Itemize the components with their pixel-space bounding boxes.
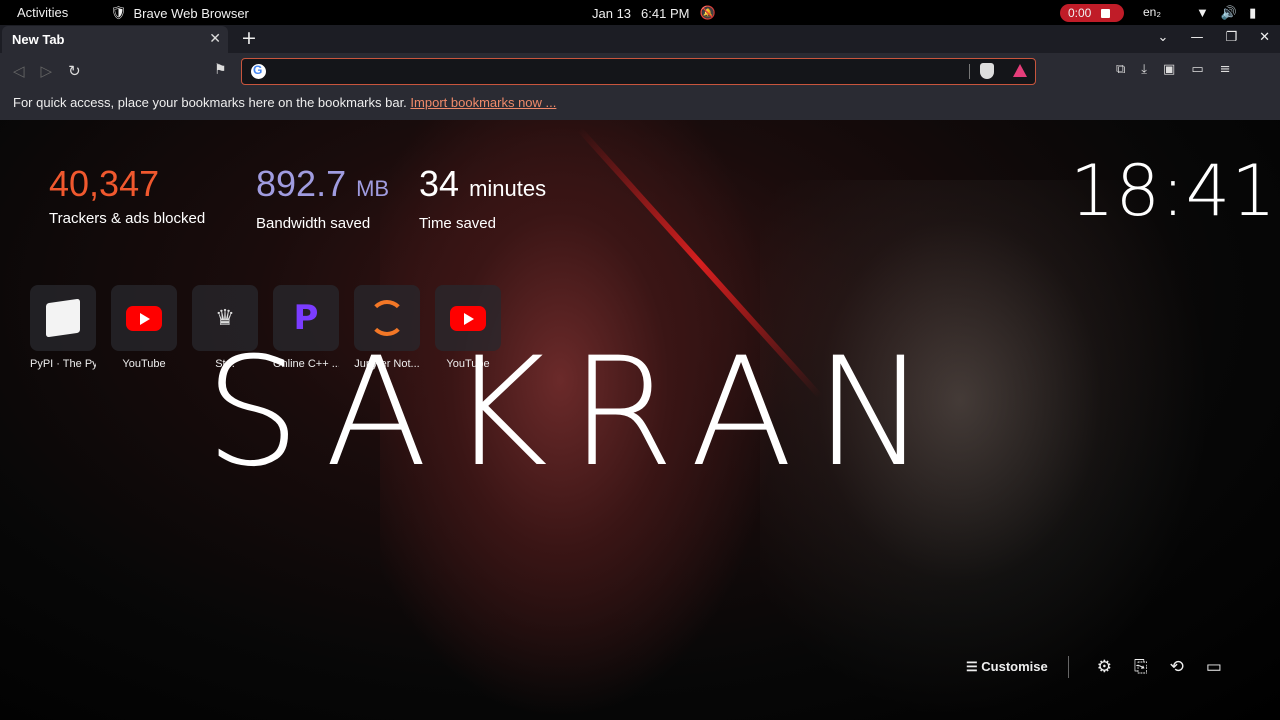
forward-icon[interactable]: ▷	[41, 62, 53, 80]
address-bar[interactable]	[241, 58, 1036, 85]
bandwidth-label: Bandwidth saved	[256, 215, 371, 232]
app-menu[interactable]: 🛡 Brave Web Browser	[110, 5, 249, 21]
tab-label: New Tab	[12, 32, 65, 47]
time-label: Time saved	[419, 215, 496, 232]
system-top-bar: Activities 🛡 Brave Web Browser Jan 13 6:…	[0, 0, 1280, 25]
date-text: Jan 13	[592, 5, 632, 21]
top-site-name: PyPI · The Py...	[30, 358, 96, 370]
bookmark-icon[interactable]: ⚑	[214, 62, 227, 78]
notifications-muted-icon: 🔕	[699, 5, 716, 20]
battery-icon: ▮	[1249, 5, 1257, 20]
bookmarks-icon[interactable]: ⎘	[1134, 657, 1148, 677]
menu-icon[interactable]: ≡	[1220, 62, 1231, 77]
customise-label: Customise	[981, 659, 1048, 674]
top-site-name: YouTube	[122, 358, 166, 370]
top-site-tile[interactable]: YouTube	[111, 285, 177, 370]
tab-search-icon[interactable]: ⌄	[1158, 30, 1169, 45]
date-time[interactable]: Jan 13 6:41 PM 🔕	[592, 5, 716, 21]
extensions-icon[interactable]: ⧉	[1116, 62, 1125, 77]
back-icon[interactable]: ◁	[13, 62, 25, 80]
recording-time: 0:00	[1068, 6, 1092, 20]
downloads-icon[interactable]: ⤓	[1141, 62, 1147, 77]
toolbar-icons: ⧉ ⤓ ▣ ▭ ≡	[1116, 62, 1231, 77]
time-unit: minutes	[469, 176, 547, 201]
time-value: 34	[419, 163, 460, 204]
stop-icon	[1101, 8, 1111, 18]
sliders-icon: ☰	[966, 659, 978, 674]
minimize-icon[interactable]: —	[1190, 30, 1203, 45]
brave-icon: 🛡	[110, 5, 127, 20]
time-text: 6:41 PM	[641, 5, 690, 21]
history-icon[interactable]: ⟲	[1170, 657, 1184, 677]
close-window-icon[interactable]: ✕	[1259, 30, 1270, 45]
import-bookmarks-link[interactable]: Import bookmarks now ...	[410, 95, 556, 110]
browser-toolbar: ◁ ▷ ↻ ⚑ ⧉ ⤓ ▣ ▭ ≡	[0, 53, 1280, 89]
close-tab-icon[interactable]: ✕	[209, 30, 221, 47]
volume-icon: 🔊	[1220, 5, 1238, 20]
wifi-icon: ▼	[1196, 5, 1209, 20]
bookmarks-bar-hint: For quick access, place your bookmarks h…	[13, 95, 407, 110]
new-tab-button[interactable]: +	[241, 27, 257, 49]
time-stat: 34 minutes Time saved	[419, 162, 546, 232]
google-icon	[251, 63, 266, 79]
reload-icon[interactable]: ↻	[68, 62, 81, 80]
brave-rewards-icon[interactable]	[1013, 64, 1027, 77]
brave-shields-icon[interactable]	[980, 63, 994, 79]
screen-recording-indicator[interactable]: 0:00	[1060, 4, 1124, 22]
tab-new-tab[interactable]: New Tab ✕	[2, 26, 228, 53]
bandwidth-unit: MB	[356, 176, 390, 201]
system-menu[interactable]: ▼ 🔊 ▮	[1196, 5, 1256, 21]
ntp-bottom-bar: ☰ Customise ⚙ ⎘ ⟲ ▭	[966, 656, 1222, 678]
top-site-tile[interactable]: PyPI · The Py...	[30, 285, 96, 370]
trackers-value: 40,347	[49, 163, 160, 204]
app-name: Brave Web Browser	[133, 5, 249, 21]
new-tab-page: 40,347 Trackers & ads blocked 892.7 MB B…	[0, 120, 1280, 720]
tab-strip: New Tab ✕ + ⌄ — ❐ ✕	[0, 25, 1280, 53]
sidebar-icon[interactable]: ▣	[1163, 62, 1175, 77]
window-controls: ⌄ — ❐ ✕	[1158, 30, 1270, 45]
bottom-bar-divider	[1067, 656, 1069, 678]
talk-video-icon[interactable]: ▭	[1206, 657, 1222, 677]
background-title: SAKRAN	[205, 326, 949, 500]
bandwidth-value: 892.7	[256, 163, 347, 204]
youtube-icon	[126, 305, 162, 331]
trackers-stat: 40,347 Trackers & ads blocked	[49, 162, 205, 227]
navigation-buttons: ◁ ▷ ↻	[13, 62, 81, 80]
wallet-icon[interactable]: ▭	[1191, 62, 1203, 77]
bandwidth-stat: 892.7 MB Bandwidth saved	[256, 162, 389, 232]
ntp-clock: 18:41	[1070, 150, 1277, 232]
address-bar-divider	[969, 64, 970, 79]
pypi-icon	[46, 298, 80, 338]
restore-icon[interactable]: ❐	[1225, 30, 1237, 45]
settings-icon[interactable]: ⚙	[1097, 657, 1112, 677]
trackers-label: Trackers & ads blocked	[49, 210, 206, 227]
language-indicator[interactable]: en₂	[1143, 5, 1161, 19]
bookmarks-bar: For quick access, place your bookmarks h…	[0, 89, 1280, 120]
activities-button[interactable]: Activities	[17, 5, 68, 20]
customise-button[interactable]: ☰ Customise	[966, 659, 1048, 675]
